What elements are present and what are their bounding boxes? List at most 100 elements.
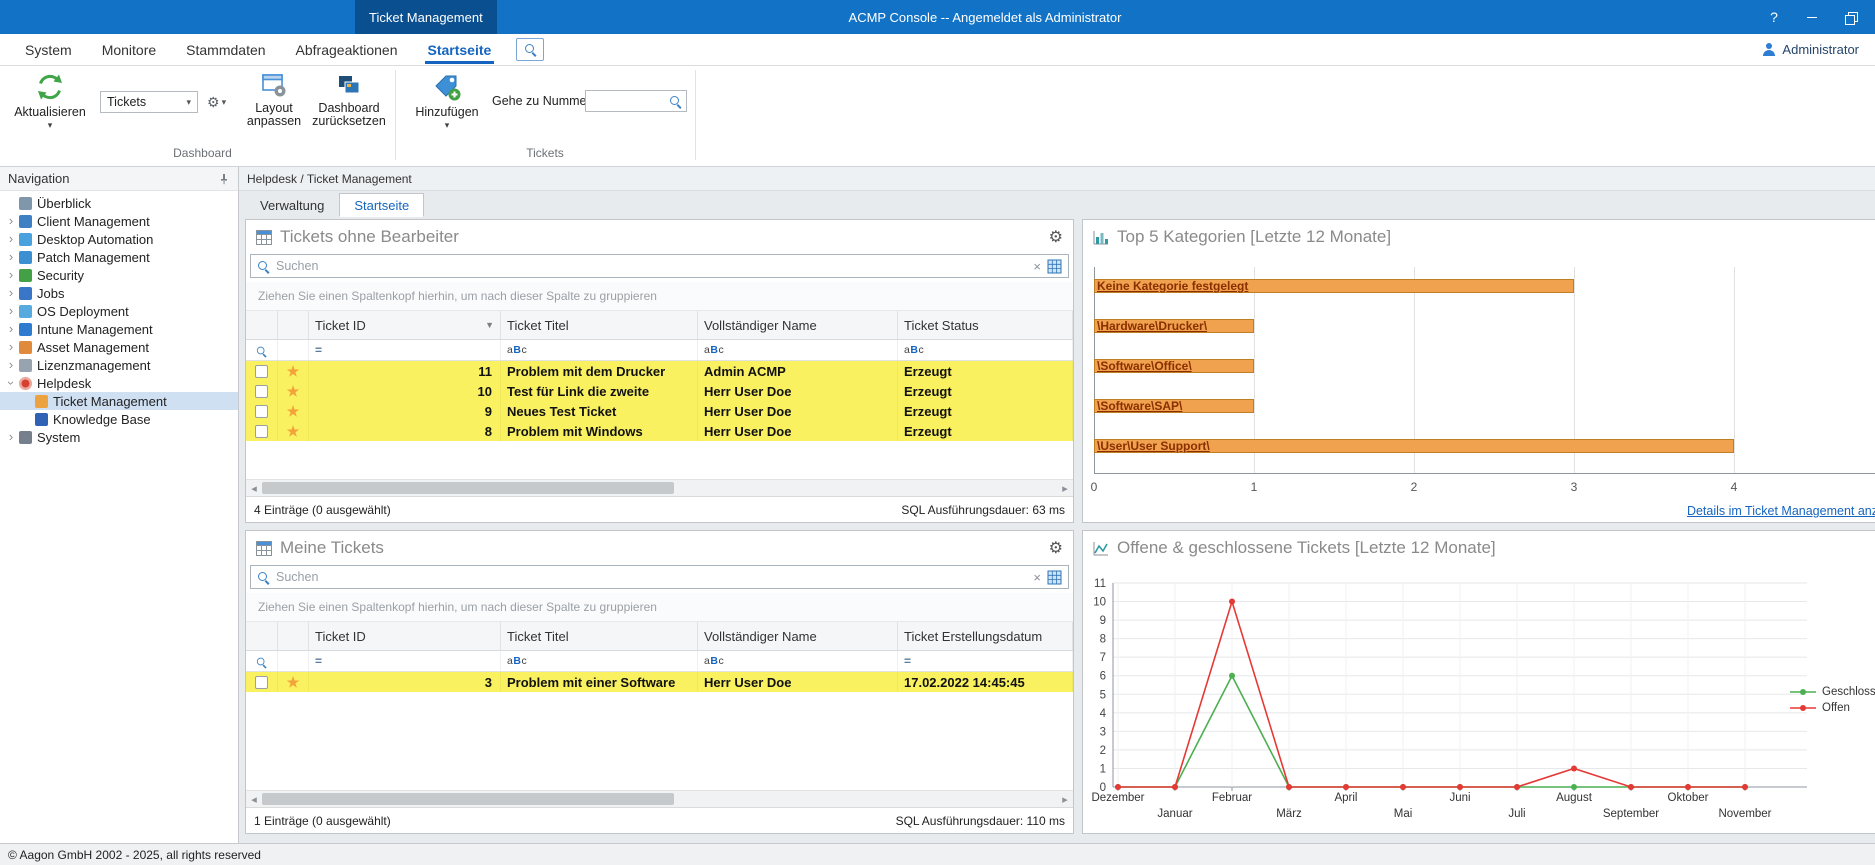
bar-label[interactable]: \Software\Office\ (1094, 359, 1192, 373)
scrollbar-thumb[interactable] (262, 482, 674, 494)
menu-search-button[interactable] (516, 38, 544, 61)
bar-label[interactable]: \User\User Support\ (1094, 439, 1210, 453)
row-checkbox[interactable] (255, 405, 268, 418)
scroll-left-arrow[interactable]: ◂ (247, 480, 261, 496)
chevron-right-icon[interactable]: › (4, 340, 18, 354)
nav-item-desktop-automation[interactable]: ›Desktop Automation (0, 230, 238, 248)
nav-item-uberblick[interactable]: Überblick (0, 194, 238, 212)
horizontal-scrollbar[interactable]: ◂ ▸ (246, 790, 1073, 807)
view-settings-button[interactable]: ⚙ ▾ (203, 91, 230, 113)
chevron-right-icon[interactable]: › (4, 430, 18, 444)
star-icon[interactable]: ★ (287, 675, 300, 689)
star-icon[interactable]: ★ (287, 384, 300, 398)
table-row[interactable]: ★10Test für Link die zweiteHerr User Doe… (246, 381, 1073, 401)
goto-number-input[interactable] (590, 94, 669, 108)
chevron-right-icon[interactable]: › (4, 304, 18, 318)
filter-ticket-status[interactable]: aBc (898, 340, 1073, 360)
filter-ticket-id[interactable]: = (309, 651, 501, 671)
filter-ticket-titel[interactable]: aBc (501, 651, 698, 671)
minimize-button[interactable] (1793, 0, 1831, 34)
clear-search-icon[interactable]: × (1033, 260, 1041, 273)
checkbox-column-header[interactable] (246, 622, 278, 650)
panel-settings-button[interactable]: ⚙ (1049, 227, 1063, 247)
filter-vollstandiger-name[interactable]: aBc (698, 651, 898, 671)
scroll-left-arrow[interactable]: ◂ (247, 791, 261, 807)
column-header-ticket-erstellungsdatum[interactable]: Ticket Erstellungsdatum (898, 622, 1073, 650)
chevron-right-icon[interactable]: › (4, 268, 18, 282)
layout-button[interactable]: Layout anpassen (242, 70, 306, 146)
nav-item-lizenzmanagement[interactable]: ›Lizenzmanagement (0, 356, 238, 374)
search-input[interactable] (276, 259, 1027, 273)
nav-item-ticket-management[interactable]: Ticket Management (0, 392, 238, 410)
table-row[interactable]: ★3Problem mit einer SoftwareHerr User Do… (246, 672, 1073, 692)
scroll-right-arrow[interactable]: ▸ (1058, 791, 1072, 807)
filter-vollstandiger-name[interactable]: aBc (698, 340, 898, 360)
chevron-down-icon[interactable]: › (4, 376, 18, 390)
tab-verwaltung[interactable]: Verwaltung (245, 193, 339, 217)
row-checkbox[interactable] (255, 365, 268, 378)
horizontal-scrollbar[interactable]: ◂ ▸ (246, 479, 1073, 496)
menu-item-monitore[interactable]: Monitore (87, 34, 171, 66)
chevron-right-icon[interactable]: › (4, 250, 18, 264)
table-row[interactable]: ★8Problem mit WindowsHerr User DoeErzeug… (246, 421, 1073, 441)
user-badge[interactable]: Administrator (1762, 42, 1859, 57)
chevron-right-icon[interactable]: › (4, 322, 18, 336)
bar-label[interactable]: Keine Kategorie festgelegt (1094, 279, 1248, 293)
details-link[interactable]: Details im Ticket Management anz (1687, 504, 1875, 518)
column-header-vollstandiger-name[interactable]: Vollständiger Name (698, 622, 898, 650)
nav-item-helpdesk[interactable]: ›Helpdesk (0, 374, 238, 392)
chevron-right-icon[interactable]: › (4, 358, 18, 372)
table-row[interactable]: ★9Neues Test TicketHerr User DoeErzeugt (246, 401, 1073, 421)
view-select[interactable]: Tickets ▾ (100, 91, 198, 113)
column-header-ticket-titel[interactable]: Ticket Titel (501, 311, 698, 339)
star-column-header[interactable] (278, 622, 309, 650)
star-icon[interactable]: ★ (287, 424, 300, 438)
row-checkbox[interactable] (255, 676, 268, 689)
titlebar-document-tab[interactable]: Ticket Management (355, 0, 497, 34)
search-options-icon[interactable] (1047, 570, 1062, 585)
filter-ticket-id[interactable]: = (309, 340, 501, 360)
filter-ticket-erstellungsdatum[interactable]: = (898, 651, 1073, 671)
menu-item-abfrageaktionen[interactable]: Abfrageaktionen (281, 34, 413, 66)
dashboard-reset-button[interactable]: Dashboard zurücksetzen (306, 70, 392, 146)
star-column-header[interactable] (278, 311, 309, 339)
nav-item-patch-management[interactable]: ›Patch Management (0, 248, 238, 266)
column-header-ticket-status[interactable]: Ticket Status (898, 311, 1073, 339)
menu-item-startseite[interactable]: Startseite (413, 34, 507, 66)
column-header-ticket-id[interactable]: Ticket ID (309, 622, 501, 650)
column-header-ticket-titel[interactable]: Ticket Titel (501, 622, 698, 650)
nav-item-security[interactable]: ›Security (0, 266, 238, 284)
column-header-vollstandiger-name[interactable]: Vollständiger Name (698, 311, 898, 339)
menu-item-stammdaten[interactable]: Stammdaten (171, 34, 280, 66)
scroll-right-arrow[interactable]: ▸ (1058, 480, 1072, 496)
filter-search-icon[interactable] (246, 340, 278, 360)
chevron-right-icon[interactable]: › (4, 214, 18, 228)
add-button[interactable]: Hinzufügen ▾ (412, 70, 482, 146)
clear-search-icon[interactable]: × (1033, 571, 1041, 584)
nav-item-intune-management[interactable]: ›Intune Management (0, 320, 238, 338)
star-icon[interactable]: ★ (287, 404, 300, 418)
nav-item-asset-management[interactable]: ›Asset Management (0, 338, 238, 356)
nav-item-jobs[interactable]: ›Jobs (0, 284, 238, 302)
bar-label[interactable]: \Software\SAP\ (1094, 399, 1182, 413)
search-options-icon[interactable] (1047, 259, 1062, 274)
tab-startseite[interactable]: Startseite (339, 193, 424, 217)
filter-ticket-titel[interactable]: aBc (501, 340, 698, 360)
nav-item-os-deployment[interactable]: ›OS Deployment (0, 302, 238, 320)
star-icon[interactable]: ★ (287, 364, 300, 378)
bar-label[interactable]: \Hardware\Drucker\ (1094, 319, 1207, 333)
search-input[interactable] (276, 570, 1027, 584)
nav-item-system[interactable]: ›System (0, 428, 238, 446)
row-checkbox[interactable] (255, 385, 268, 398)
refresh-button[interactable]: Aktualisieren ▾ (10, 70, 90, 146)
filter-search-icon[interactable] (246, 651, 278, 671)
pin-icon[interactable] (218, 173, 230, 185)
table-row[interactable]: ★11Problem mit dem DruckerAdmin ACMPErze… (246, 361, 1073, 381)
nav-item-client-management[interactable]: ›Client Management (0, 212, 238, 230)
chevron-right-icon[interactable]: › (4, 232, 18, 246)
checkbox-column-header[interactable] (246, 311, 278, 339)
column-header-ticket-id[interactable]: Ticket ID▼ (309, 311, 501, 339)
scrollbar-thumb[interactable] (262, 793, 674, 805)
help-button[interactable]: ? (1755, 0, 1793, 34)
nav-item-knowledge-base[interactable]: Knowledge Base (0, 410, 238, 428)
